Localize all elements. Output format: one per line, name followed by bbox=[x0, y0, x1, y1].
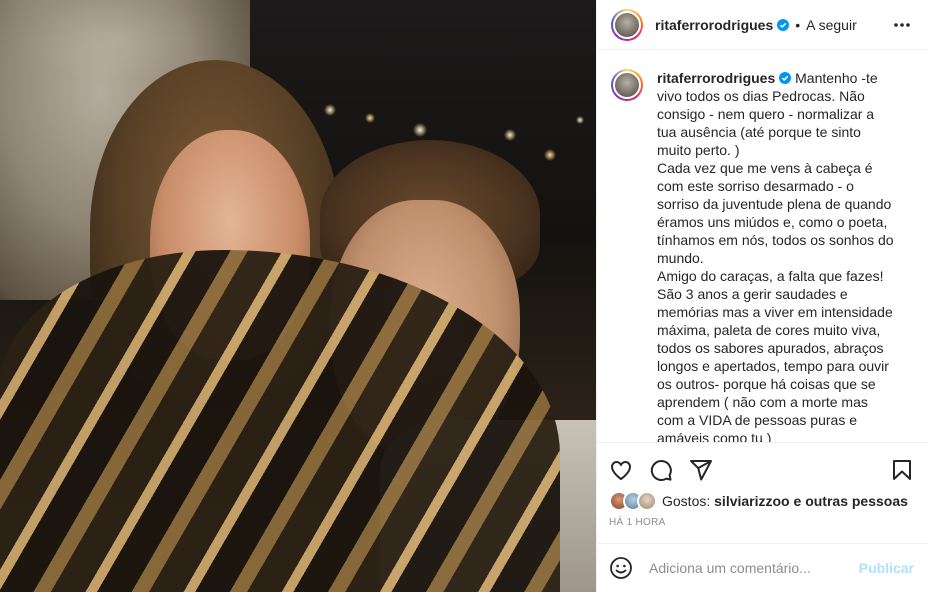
post-header: ritaferrorodrigues • A seguir bbox=[597, 0, 928, 50]
likes-connector: e bbox=[793, 493, 802, 509]
liker-username[interactable]: silviarizzoo bbox=[714, 493, 789, 509]
add-comment-bar: Publicar bbox=[597, 543, 928, 592]
caption-row: ritaferrorodrigues Mantenho -te vivo tod… bbox=[611, 69, 912, 442]
publish-button[interactable]: Publicar bbox=[859, 560, 914, 576]
caption-area: ritaferrorodrigues Mantenho -te vivo tod… bbox=[597, 51, 928, 442]
likes-summary: Gostos: silviarizzoo e outras pessoas bbox=[609, 491, 914, 511]
post-timestamp[interactable]: HÁ 1 HORA bbox=[609, 517, 914, 528]
comment-input[interactable] bbox=[649, 560, 859, 576]
separator-dot: • bbox=[795, 16, 801, 33]
post-modal: ritaferrorodrigues • A seguir ritaferror… bbox=[0, 0, 928, 592]
action-icons bbox=[609, 455, 914, 485]
comment-icon[interactable] bbox=[649, 458, 673, 482]
liker-avatars[interactable] bbox=[609, 491, 659, 511]
caption: ritaferrorodrigues Mantenho -te vivo tod… bbox=[657, 69, 897, 442]
verified-badge-icon bbox=[777, 18, 790, 31]
avatar[interactable] bbox=[611, 8, 643, 41]
post-side-panel: ritaferrorodrigues • A seguir ritaferror… bbox=[596, 0, 928, 592]
post-photo[interactable] bbox=[0, 0, 596, 592]
post-actions: Gostos: silviarizzoo e outras pessoas HÁ… bbox=[597, 442, 928, 542]
following-button[interactable]: A seguir bbox=[806, 17, 857, 33]
emoji-icon[interactable] bbox=[609, 556, 633, 580]
likes-prefix: Gostos: bbox=[662, 493, 711, 509]
avatar bbox=[637, 491, 657, 511]
likes-others-link[interactable]: outras pessoas bbox=[805, 493, 908, 509]
post-username[interactable]: ritaferrorodrigues bbox=[655, 17, 773, 33]
save-icon[interactable] bbox=[890, 458, 914, 482]
share-icon[interactable] bbox=[689, 458, 713, 482]
avatar[interactable] bbox=[611, 69, 643, 101]
more-options-icon[interactable] bbox=[892, 15, 912, 35]
heart-icon[interactable] bbox=[609, 458, 633, 482]
caption-text: Mantenho -te vivo todos os dias Pedrocas… bbox=[657, 70, 894, 442]
verified-badge-icon bbox=[779, 72, 792, 84]
caption-username[interactable]: ritaferrorodrigues bbox=[657, 70, 775, 86]
